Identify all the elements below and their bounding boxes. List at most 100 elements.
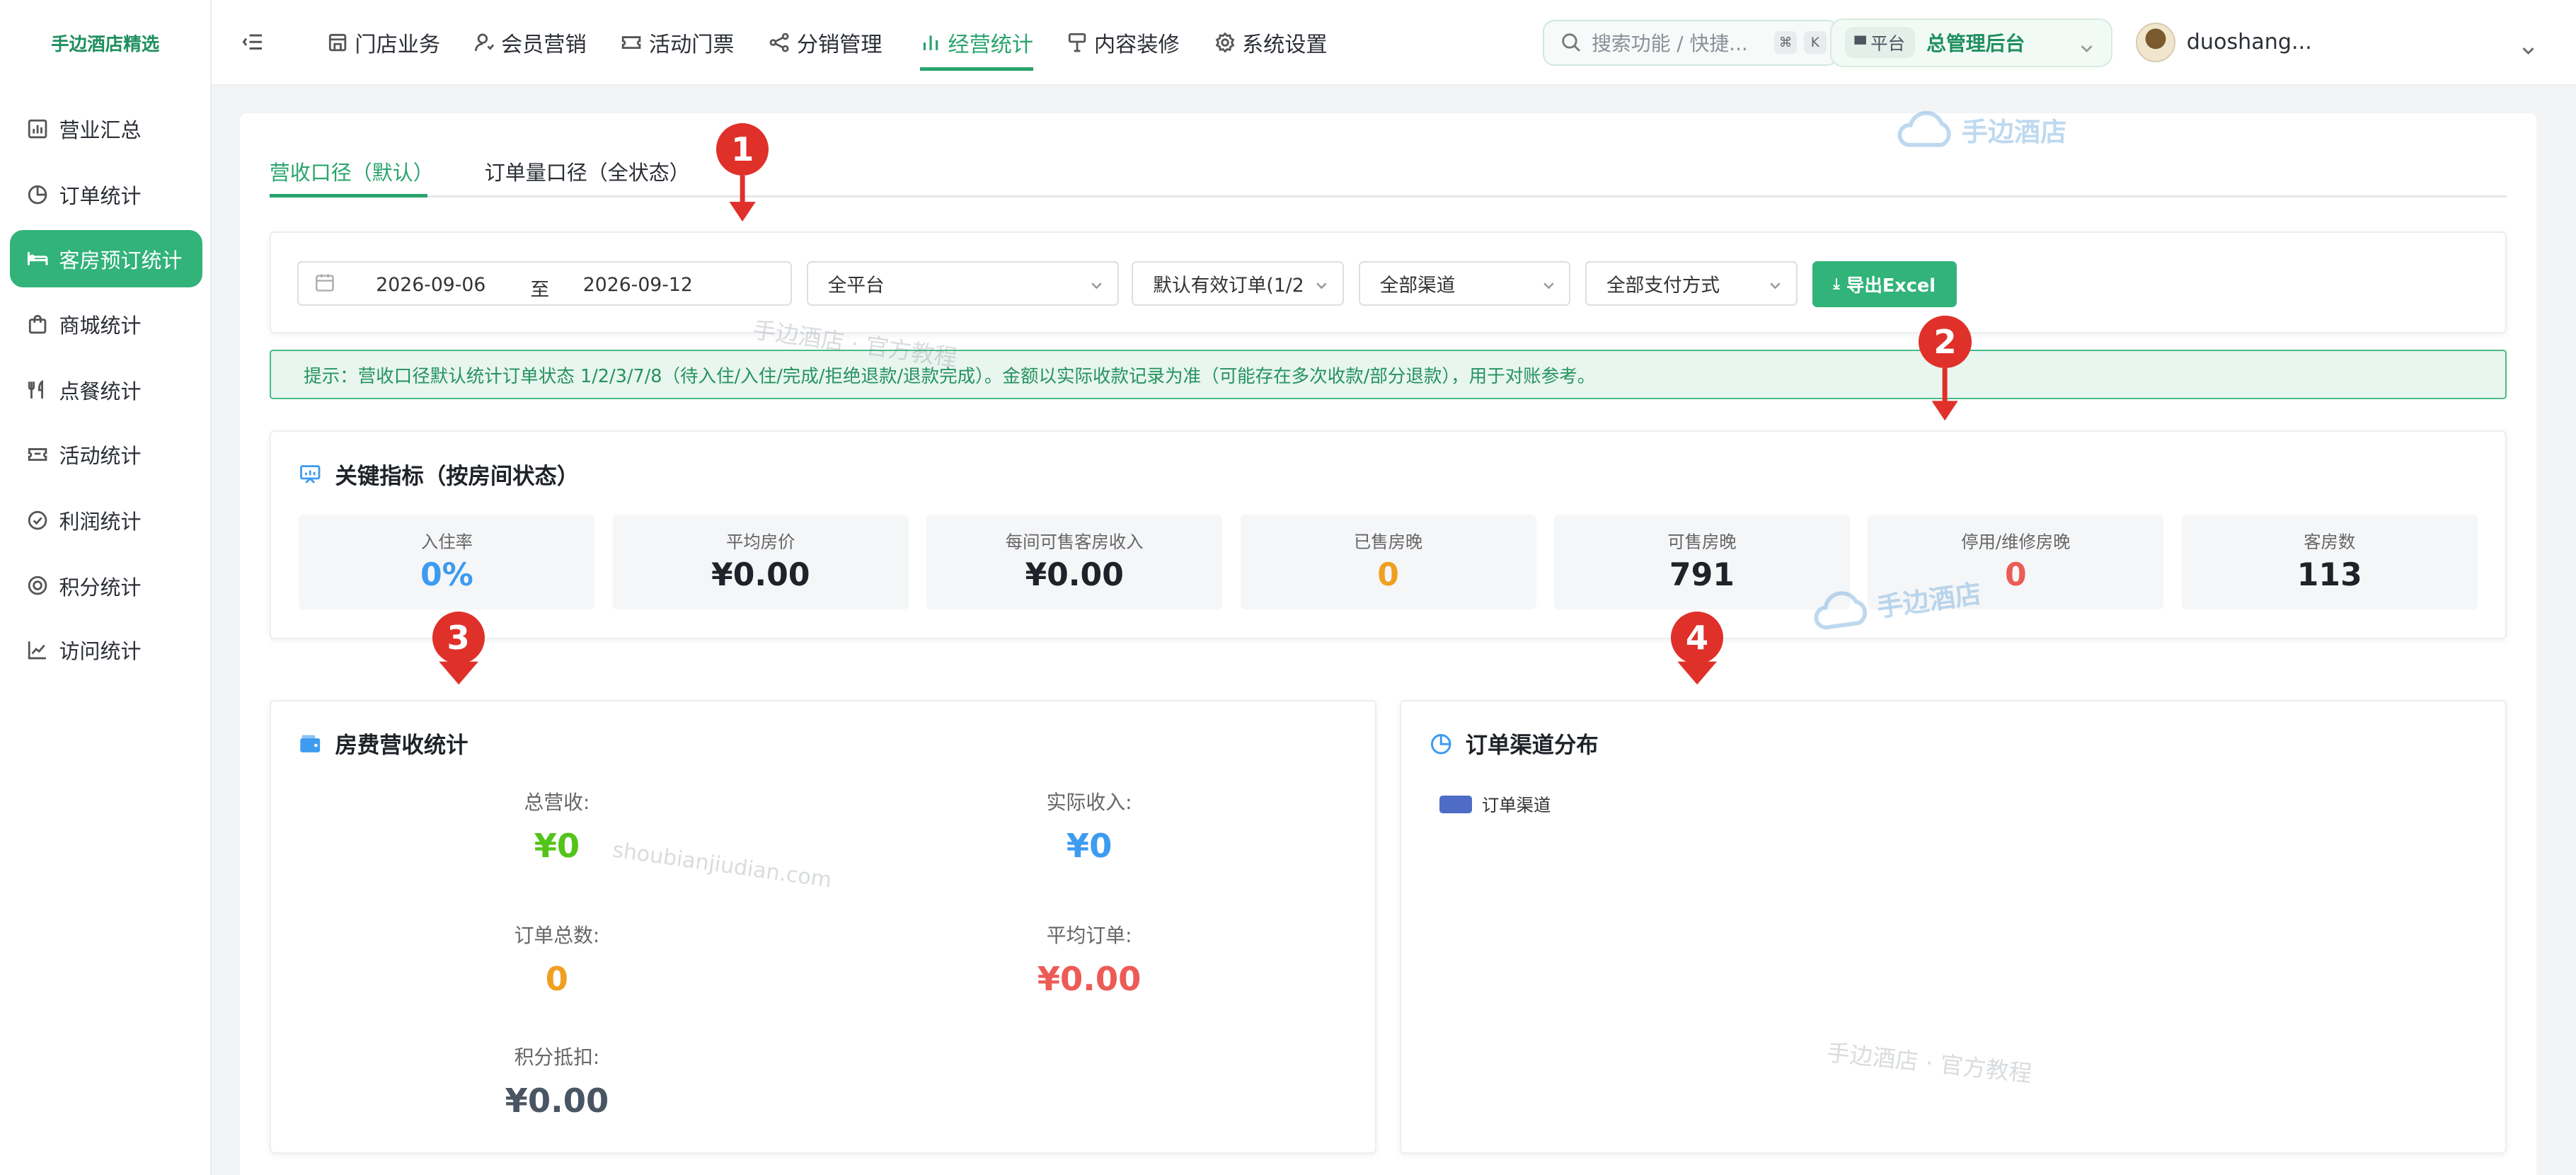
stat-label: 订单总数:	[514, 923, 600, 947]
sidebar-item-order-stats[interactable]: 订单统计	[10, 166, 202, 223]
sidebar-item-label: 活动统计	[59, 443, 142, 468]
sidebar-item-business-summary[interactable]: 营业汇总	[10, 101, 202, 158]
stat-value: ¥0	[1066, 827, 1112, 866]
date-range-picker[interactable]: 2026-09-06 至 2026-09-12	[297, 261, 792, 306]
annotation-marker-2: 2	[1919, 315, 1972, 430]
app-root: 手边酒店精选 营业汇总 订单统计 客房预订统计 商城统计 点餐统计 活动统计 利…	[0, 0, 2576, 1175]
download-icon: ⤓	[1833, 275, 1840, 293]
kpi-value: 0%	[420, 556, 473, 593]
sidebar-item-label: 积分统计	[59, 575, 142, 600]
date-separator: 至	[530, 279, 550, 302]
sidebar: 手边酒店精选 营业汇总 订单统计 客房预订统计 商城统计 点餐统计 活动统计 利…	[0, 0, 212, 1175]
bar-chart-icon	[26, 118, 49, 140]
chevron-down-icon	[1768, 276, 1783, 291]
stat-label: 实际收入:	[1046, 790, 1132, 814]
watermark-logo: 手边酒店	[1892, 110, 2066, 150]
stat-label: 平均订单:	[1046, 923, 1132, 947]
collapse-menu-icon[interactable]	[241, 30, 264, 52]
chart-legend[interactable]: 订单渠道	[1439, 792, 1551, 817]
platform-switcher[interactable]: ▀ 平台 总管理后台	[1830, 18, 2113, 68]
kpi-label: 停用/维修房晚	[1961, 532, 2071, 553]
legend-swatch	[1439, 795, 1472, 814]
tab-active-indicator	[269, 193, 427, 197]
channel-select[interactable]: 全部渠道	[1358, 261, 1571, 306]
platform-select[interactable]: 全平台	[806, 261, 1119, 306]
kpi-value: 113	[2296, 556, 2362, 593]
export-excel-button[interactable]: ⤓ 导出Excel	[1812, 261, 1957, 308]
stat-points-deduction: 积分抵扣: ¥0.00	[425, 1042, 688, 1120]
sidebar-item-activity-stats[interactable]: 活动统计	[10, 425, 202, 483]
bar-chart-icon	[920, 32, 941, 53]
nav-content-decoration[interactable]: 内容装修	[1066, 0, 1180, 86]
arrow-down-icon	[1931, 367, 1959, 421]
sidebar-item-label: 利润统计	[59, 509, 142, 534]
search-icon	[1560, 32, 1582, 53]
username[interactable]: duoshang...	[2187, 30, 2312, 55]
calendar-icon	[315, 273, 335, 292]
platform-tag-label: 平台	[1870, 33, 1905, 54]
stat-order-count: 订单总数: 0	[425, 920, 688, 998]
kpi-title-text: 关键指标（按房间状态）	[335, 463, 580, 489]
kpi-value: ¥0.00	[1025, 556, 1124, 593]
channel-title-text: 订单渠道分布	[1465, 733, 1599, 759]
check-circle-icon	[26, 508, 49, 531]
kpi-label: 已售房晚	[1353, 532, 1423, 553]
top-navbar: 门店业务 会员营销 活动门票 分销管理 经营统计 内容装修 系统设置 搜索功能 …	[212, 0, 2576, 86]
sidebar-item-points-stats[interactable]: 积分统计	[10, 557, 202, 614]
marker-number: 1	[716, 123, 769, 176]
stat-value: 0	[545, 960, 569, 999]
nav-store-business[interactable]: 门店业务	[327, 0, 440, 86]
wallet-icon	[299, 733, 321, 755]
select-value: 全部渠道	[1379, 274, 1456, 297]
revenue-title-text: 房费营收统计	[335, 733, 468, 759]
coin-icon	[26, 574, 49, 597]
nav-system-settings[interactable]: 系统设置	[1214, 0, 1328, 86]
sidebar-item-visit-stats[interactable]: 访问统计	[10, 621, 202, 678]
sidebar-item-label: 客房预订统计	[59, 248, 183, 273]
stat-label: 积分抵扣:	[514, 1045, 600, 1069]
nav-activity-tickets[interactable]: 活动门票	[621, 0, 735, 86]
line-chart-icon	[26, 638, 49, 661]
kpi-room-count: 客房数 113	[2181, 514, 2478, 610]
nav-active-indicator	[919, 67, 1034, 71]
sidebar-item-label: 访问统计	[59, 639, 142, 664]
tab-order-count-basis[interactable]: 订单量口径（全状态）	[485, 156, 690, 186]
avatar[interactable]	[2135, 23, 2175, 63]
sidebar-item-label: 点餐统计	[59, 379, 142, 404]
nav-business-stats[interactable]: 经营统计	[919, 0, 1034, 86]
marker-number: 3	[432, 611, 485, 664]
chevron-down-icon	[1314, 275, 1330, 291]
arrow-down-icon	[438, 661, 478, 685]
shortcut-key-k: K	[1803, 30, 1827, 55]
platform-tag: ▀ 平台	[1844, 27, 1915, 59]
nav-distribution[interactable]: 分销管理	[769, 0, 882, 86]
platform-value: 总管理后台	[1926, 32, 2025, 56]
sidebar-item-profit-stats[interactable]: 利润统计	[10, 491, 202, 549]
sidebar-item-label: 订单统计	[59, 184, 142, 209]
stat-actual-income: 实际收入: ¥0	[958, 787, 1220, 865]
chevron-down-icon	[1089, 276, 1104, 291]
search-input[interactable]: 搜索功能 / 快捷... ⌘ K	[1542, 19, 1839, 66]
order-status-select[interactable]: 默认有效订单(1/2	[1132, 261, 1344, 306]
nav-label: 经营统计	[948, 33, 1034, 58]
sidebar-item-dining-stats[interactable]: 点餐统计	[10, 362, 202, 419]
tab-revenue-basis[interactable]: 营收口径（默认）	[270, 156, 434, 186]
kpi-label: 客房数	[2304, 532, 2356, 553]
bag-icon	[26, 313, 49, 336]
sidebar-item-room-booking-stats[interactable]: 客房预订统计	[9, 229, 202, 288]
annotation-marker-1: 1	[716, 123, 769, 231]
fork-knife-icon	[26, 379, 49, 401]
kpi-occupancy-rate: 入住率 0%	[299, 514, 595, 610]
gear-icon	[1214, 32, 1236, 53]
sidebar-item-mall-stats[interactable]: 商城统计	[10, 296, 202, 353]
brush-icon	[1066, 32, 1088, 53]
payment-select[interactable]: 全部支付方式	[1585, 261, 1798, 306]
date-end: 2026-09-12	[582, 274, 693, 297]
nav-member-marketing[interactable]: 会员营销	[473, 0, 587, 86]
nav-label: 内容装修	[1094, 33, 1180, 58]
export-label: 导出Excel	[1846, 275, 1936, 297]
stat-label: 总营收:	[524, 790, 590, 814]
nav-label: 活动门票	[648, 33, 735, 58]
chevron-down-icon[interactable]	[2520, 35, 2536, 55]
annotation-marker-3: 3	[432, 611, 485, 694]
